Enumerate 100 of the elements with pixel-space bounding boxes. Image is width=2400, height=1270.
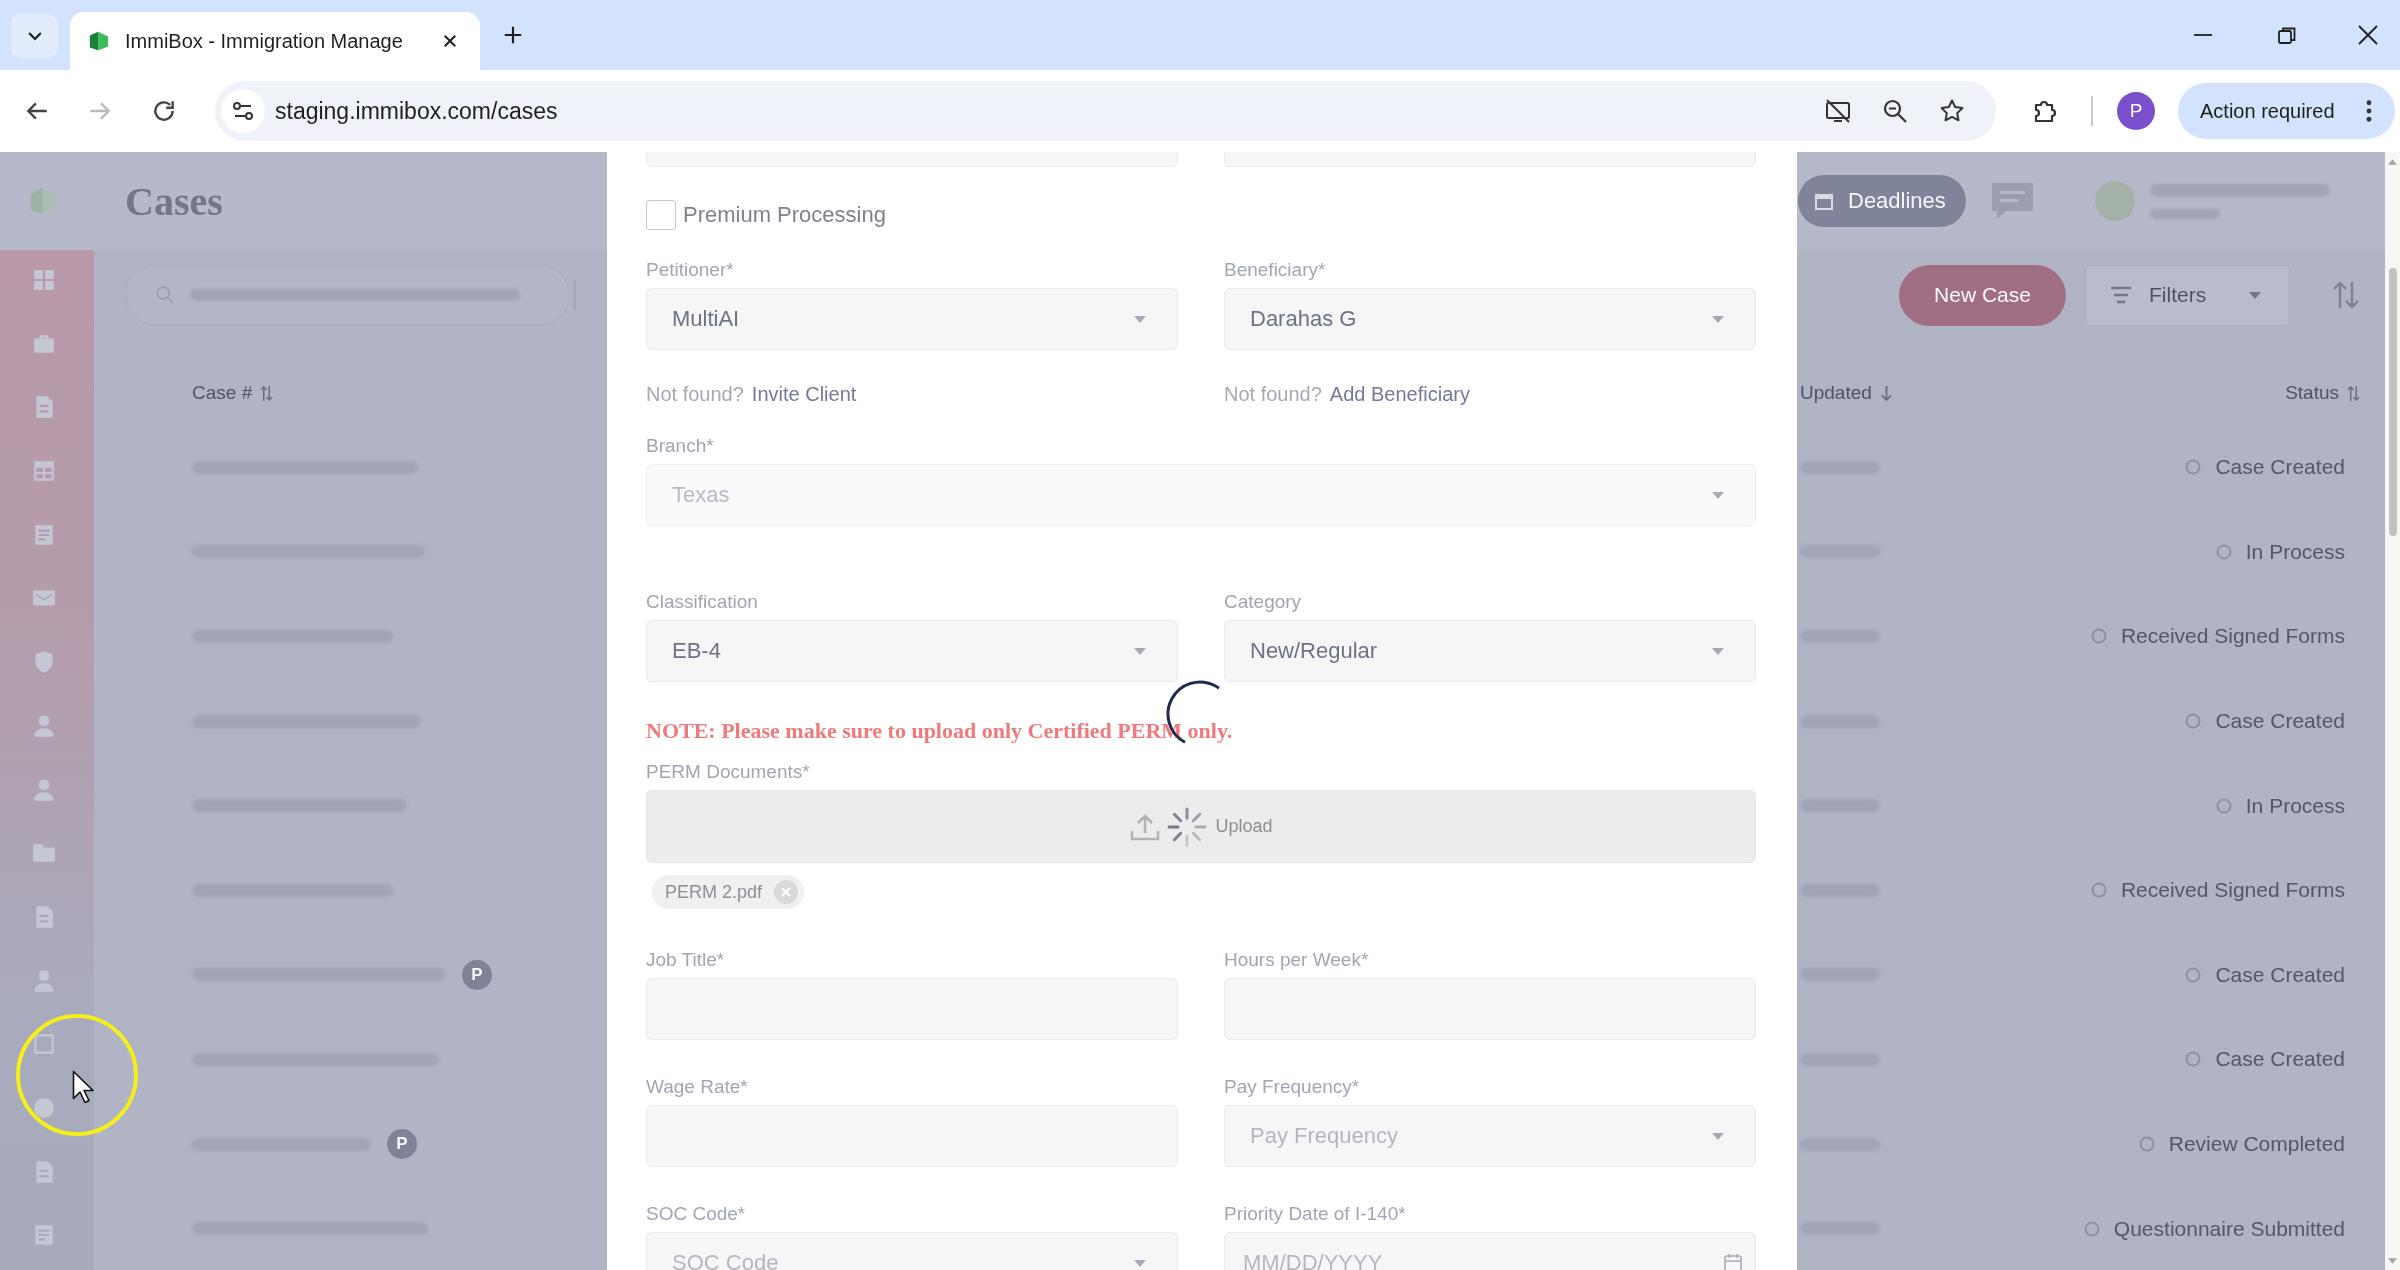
filter-lines-icon xyxy=(2110,285,2132,305)
scroll-down-icon[interactable] xyxy=(2388,1258,2397,1264)
column-header[interactable]: Updated xyxy=(1800,382,1872,404)
field-label: Job Title* xyxy=(646,948,726,972)
caret-icon xyxy=(1134,647,1146,655)
field-label: Hours per Week* xyxy=(1224,948,1370,972)
status-label: In Process xyxy=(2245,793,2345,818)
field-label: Wage Rate* xyxy=(646,1075,749,1099)
status-label: Review Completed xyxy=(2168,1132,2345,1157)
status-icon xyxy=(2185,459,2202,476)
status-icon xyxy=(2083,1220,2100,1237)
plus-icon[interactable] xyxy=(502,24,524,46)
more-options-icon[interactable] xyxy=(2366,100,2372,122)
field-label: Pay Frequency* xyxy=(1224,1075,1361,1099)
caret-icon xyxy=(1134,315,1146,323)
scrollbar-track[interactable] xyxy=(2385,152,2400,1270)
profile-avatar[interactable]: P xyxy=(2117,92,2155,130)
status-label: Case Created xyxy=(2215,1047,2345,1072)
field-label: Branch* xyxy=(646,434,715,458)
address-bar[interactable]: staging.immibox.com/cases xyxy=(215,81,1996,141)
person-icon[interactable] xyxy=(31,712,57,739)
letter-badge: P xyxy=(387,1129,417,1160)
action-required-button[interactable]: Action required xyxy=(2178,83,2395,139)
status-icon xyxy=(2185,713,2202,730)
logo-icon xyxy=(30,186,56,216)
zoom-out-icon[interactable] xyxy=(1882,98,1908,124)
status-label: Case Created xyxy=(2215,709,2345,734)
status-icon xyxy=(2185,1051,2202,1068)
down-arrow-icon[interactable] xyxy=(1879,384,1893,402)
caret-icon xyxy=(1712,647,1724,655)
status-label: Case Created xyxy=(2215,455,2345,480)
upload-icon xyxy=(1129,812,1162,841)
scroll-up-icon[interactable] xyxy=(2388,159,2397,165)
person-icon[interactable] xyxy=(31,967,57,994)
remove-icon[interactable] xyxy=(774,880,799,904)
scrollbar-thumb[interactable] xyxy=(2388,268,2397,536)
status-label: Received Signed Forms xyxy=(2120,878,2345,903)
date-field[interactable]: MM/DD/YYYY xyxy=(1224,1232,1756,1270)
field-label: Petitioner* xyxy=(646,258,735,282)
dropdown-field[interactable]: MultiAI xyxy=(646,288,1178,350)
new-case-button[interactable]: New Case xyxy=(1899,264,2066,326)
status-label: Received Signed Forms xyxy=(2120,624,2345,649)
caret-icon xyxy=(1712,315,1724,323)
reload-icon[interactable] xyxy=(151,98,177,124)
field-label: Beneficiary* xyxy=(1224,258,1327,282)
status-icon xyxy=(2090,882,2107,899)
sort-arrows-icon[interactable] xyxy=(260,384,274,402)
status-icon xyxy=(2185,966,2202,983)
search-icon xyxy=(154,284,176,306)
field-label: PERM Documents* xyxy=(646,760,811,784)
hint-text: Not found? xyxy=(646,382,744,406)
cursor-highlight-icon xyxy=(15,1013,139,1137)
caret-icon xyxy=(1712,1132,1724,1140)
sort-arrows-icon[interactable] xyxy=(2332,280,2360,310)
status-icon xyxy=(2138,1136,2155,1153)
browser-tab[interactable]: ImmiBox - Immigration Manage xyxy=(70,12,480,70)
dropdown-field[interactable]: Darahas G xyxy=(1224,288,1756,350)
logo-icon xyxy=(88,30,110,52)
page-title: Cases xyxy=(125,177,223,225)
site-info-icon[interactable] xyxy=(221,89,265,133)
close-icon[interactable] xyxy=(441,32,459,50)
chat-bubble-icon[interactable] xyxy=(1990,181,2035,221)
filters-button[interactable]: Filters xyxy=(2085,264,2290,326)
close-icon[interactable] xyxy=(2357,24,2379,46)
text-link[interactable]: Add Beneficiary xyxy=(1329,382,1470,406)
status-icon xyxy=(2215,543,2232,560)
hint-text: Not found? xyxy=(1224,382,1322,406)
dropdown-field[interactable]: EB-4 xyxy=(646,620,1178,682)
status-label: Case Created xyxy=(2215,962,2345,987)
sort-arrows-icon[interactable] xyxy=(2347,384,2360,402)
field-label: Classification xyxy=(646,590,759,614)
search-field[interactable] xyxy=(125,265,570,325)
monitor-off-icon[interactable] xyxy=(1824,97,1852,125)
letter-badge: P xyxy=(462,959,492,990)
deadlines-button[interactable]: Deadlines xyxy=(1798,175,1966,227)
user-avatar[interactable] xyxy=(2095,181,2135,221)
field-label: SOC Code* xyxy=(646,1202,747,1226)
upload-dropzone[interactable]: Upload xyxy=(646,790,1756,863)
calendar-icon[interactable] xyxy=(1723,1253,1743,1270)
status-label: In Process xyxy=(2245,539,2345,564)
caret-icon xyxy=(2249,291,2261,299)
star-icon[interactable] xyxy=(1939,98,1965,124)
column-header[interactable]: Case # xyxy=(192,382,253,404)
status-icon xyxy=(2215,797,2232,814)
grid-icon[interactable] xyxy=(31,267,57,293)
caret-icon xyxy=(1712,491,1724,499)
field-label: Category xyxy=(1224,590,1303,614)
status-icon xyxy=(2090,628,2107,645)
column-header[interactable]: Status xyxy=(2285,382,2339,404)
status-label: Questionnaire Submitted xyxy=(2113,1216,2345,1241)
mouse-pointer-icon xyxy=(72,1070,94,1104)
dropdown-field[interactable]: New/Regular xyxy=(1224,620,1756,682)
person-icon[interactable] xyxy=(31,776,57,803)
checkbox-label[interactable]: Premium Processing xyxy=(683,202,886,228)
caret-icon xyxy=(1134,1259,1146,1267)
checkbox[interactable] xyxy=(646,200,676,230)
field-label: Priority Date of I-140* xyxy=(1224,1202,1407,1226)
text-link[interactable]: Invite Client xyxy=(751,382,857,406)
tab-search-button[interactable] xyxy=(11,14,58,58)
file-name: PERM 2.pdf xyxy=(665,881,763,903)
